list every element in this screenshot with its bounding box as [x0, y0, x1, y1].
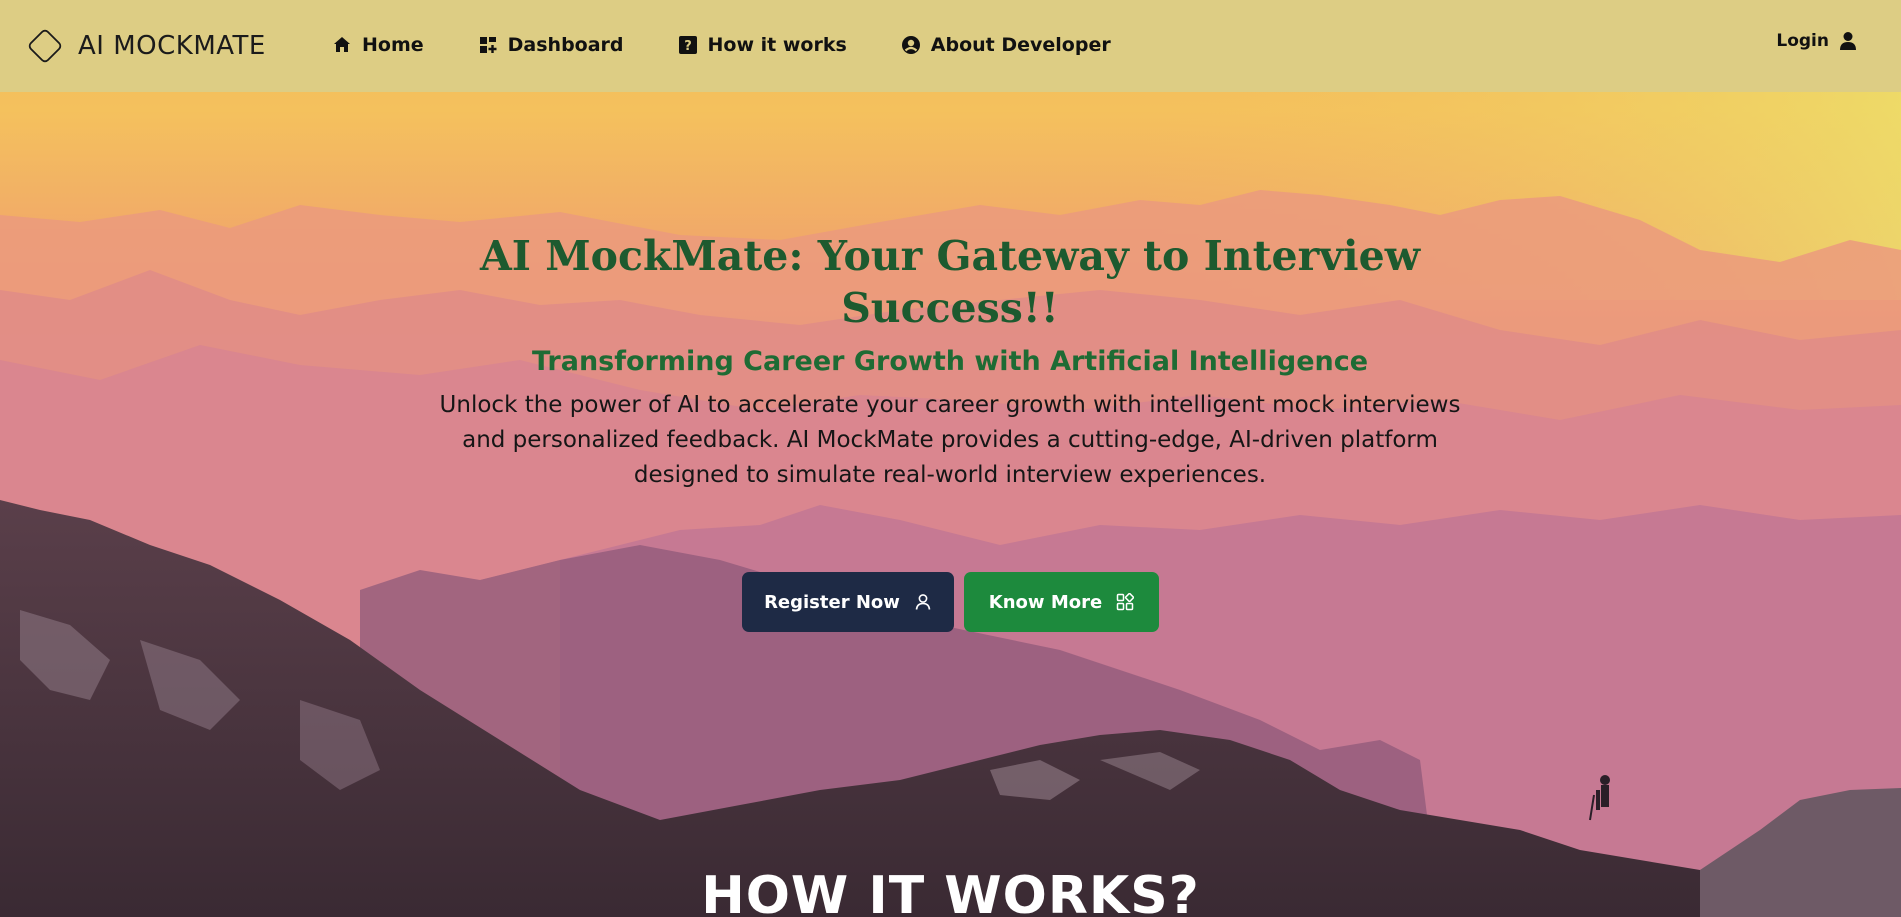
nav-how-it-works[interactable]: ? How it works — [678, 30, 847, 60]
brand-name: AI MOCKMATE — [78, 31, 266, 61]
hero-content: AI MockMate: Your Gateway to Interview S… — [420, 230, 1480, 493]
main-nav: Home Dashboard ? How it works About Deve… — [332, 30, 1165, 60]
nav-dashboard[interactable]: Dashboard — [478, 30, 624, 60]
apps-icon — [1116, 593, 1135, 611]
user-icon — [1840, 32, 1856, 50]
home-icon — [334, 37, 350, 52]
nav-about-developer-label: About Developer — [930, 34, 1111, 56]
question-icon: ? — [678, 36, 697, 54]
nav-home-label: Home — [362, 34, 424, 56]
hero-subtitle: Transforming Career Growth with Artifici… — [531, 346, 1369, 377]
login-label: Login — [1776, 31, 1829, 51]
hero-description: Unlock the power of AI to accelerate you… — [439, 392, 1461, 488]
nav-about-developer[interactable]: About Developer — [901, 30, 1111, 60]
know-more-button[interactable]: Know More — [964, 572, 1159, 632]
cta-buttons: Register Now Know More — [742, 572, 1159, 632]
nav-home[interactable]: Home — [332, 30, 424, 60]
dashboard-grid-icon — [479, 37, 497, 53]
user-circle-icon — [901, 36, 920, 54]
user-outline-icon — [915, 594, 931, 610]
svg-text:?: ? — [684, 39, 692, 54]
login-button[interactable]: Login — [1776, 31, 1857, 51]
hero-title: AI MockMate: Your Gateway to Interview S… — [480, 232, 1420, 332]
diamond-logo-icon — [28, 29, 62, 63]
nav-how-it-works-label: How it works — [707, 34, 847, 56]
how-it-works-heading: HOW IT WORKS? — [701, 866, 1200, 917]
nav-dashboard-label: Dashboard — [507, 34, 624, 56]
register-now-button[interactable]: Register Now — [742, 572, 954, 632]
register-now-label: Register Now — [764, 591, 900, 613]
brand[interactable]: AI MOCKMATE — [24, 24, 266, 68]
top-navbar: AI MOCKMATE Home Dashboard ? How it work… — [0, 0, 1901, 92]
know-more-label: Know More — [988, 591, 1103, 613]
